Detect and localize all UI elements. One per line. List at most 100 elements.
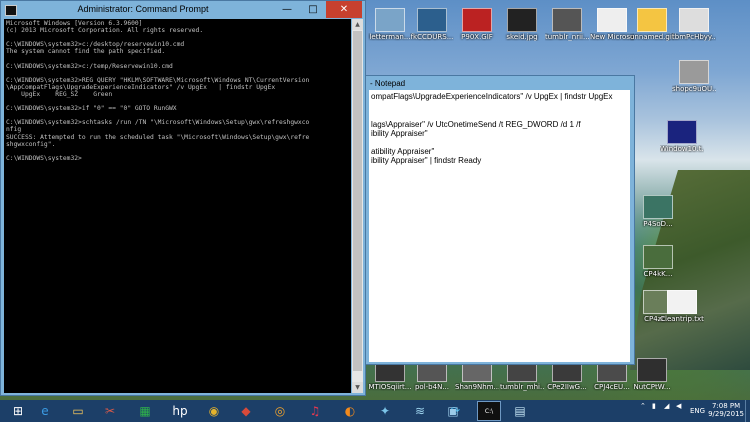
desktop-icon[interactable]: skeid.jpg — [500, 8, 544, 41]
desktop-icon[interactable]: unnamed.gif — [630, 8, 674, 41]
desktop-icon-label: P4SoD... — [643, 220, 673, 228]
desktop-icon[interactable]: P4SoD... — [636, 195, 680, 228]
notepad-line: ompatFlags\UpgradeExperienceIndicators" … — [371, 92, 613, 101]
console-line: shgwxconfig". — [6, 140, 56, 148]
console-line: C:\WINDOWS\system32> — [6, 154, 82, 162]
minimize-button[interactable]: — — [275, 1, 299, 18]
command-prompt-icon[interactable]: C:\ — [477, 401, 501, 421]
file-thumbnail-icon — [667, 120, 697, 144]
desktop-icon[interactable]: fkCCDURS... — [410, 8, 454, 41]
desktop-icon-label: tumblr_mhi... — [500, 383, 544, 391]
desktop-icon-label: MTIOSqiirt... — [368, 383, 412, 391]
notepad-text-area[interactable]: ompatFlags\UpgradeExperienceIndicators" … — [369, 90, 630, 362]
close-button[interactable]: ✕ — [326, 1, 362, 18]
tray-chevron-icon[interactable]: ⌃ — [640, 402, 646, 410]
notepad-line: atibility Appraiser" — [371, 147, 435, 157]
console-line: \AppCompatFlags\UpgradeExperienceIndicat… — [6, 83, 276, 91]
desktop-icon[interactable]: Window10.t... — [660, 120, 704, 153]
notepad-line — [371, 110, 630, 119]
file-thumbnail-icon — [679, 60, 709, 84]
desktop-icon-label: tbmPcHbyy... — [672, 33, 716, 41]
file-thumbnail-icon — [643, 245, 673, 269]
desktop-icon-label: unnamed.gif — [630, 33, 674, 41]
desktop-icon[interactable]: letterman... — [368, 8, 412, 41]
console-line: nfig — [6, 126, 22, 134]
toolbox-app-icon[interactable]: ✂ — [100, 401, 120, 421]
desktop-icon-label: Cleantrip.txt — [660, 315, 704, 323]
windows-logo-icon[interactable]: ⊞ — [8, 401, 28, 421]
console-line: C:\WINDOWS\system32>schtasks /run /TN "\… — [6, 119, 310, 127]
wifi-app-icon[interactable]: ≋ — [410, 401, 430, 421]
scroll-up-arrow-icon[interactable]: ▲ — [352, 19, 363, 30]
weibo-icon[interactable]: ◎ — [270, 401, 290, 421]
notepad-window[interactable]: - Notepad ompatFlags\UpgradeExperienceIn… — [365, 75, 635, 365]
desktop-icon-label: fkCCDURS... — [410, 33, 454, 41]
desktop-icon-label: CP4kK... — [643, 270, 673, 278]
scroll-down-arrow-icon[interactable]: ▼ — [352, 382, 363, 393]
notepad-line: lags\Appraiser" /v UtcOnetimeSend /t REG… — [371, 119, 581, 129]
file-thumbnail-icon — [552, 8, 582, 32]
desktop-icon[interactable]: tumblr_nrii... — [545, 8, 589, 41]
notepad-title: - Notepad — [370, 79, 406, 88]
desktop-icon[interactable]: New Microsoft... — [590, 8, 634, 41]
desktop-icon-label: letterman... — [369, 33, 411, 41]
console-line: SUCCESS: Attempted to run the scheduled … — [6, 133, 310, 141]
chrome-icon[interactable]: ◉ — [204, 401, 224, 421]
notepad-line: ibility Appraiser" | findstr Ready — [371, 156, 482, 166]
console-line: The system cannot find the path specifie… — [6, 48, 166, 56]
network-app-icon[interactable]: ▣ — [443, 401, 463, 421]
desktop-icon-label: CPJ4cEU... — [594, 383, 630, 391]
file-thumbnail-icon — [375, 8, 405, 32]
hp-icon[interactable]: hp — [170, 401, 190, 421]
desktop-icon[interactable]: shopc9uOU... — [672, 60, 716, 93]
cmd-titlebar[interactable]: Administrator: Command Prompt — □ ✕ — [1, 1, 365, 19]
notepad-icon[interactable]: ▤ — [510, 401, 530, 421]
scroll-thumb[interactable] — [353, 31, 362, 371]
network-icon[interactable]: ◢ — [664, 402, 669, 410]
console-line: C:\WINDOWS\system32>c:/desktop/reservewi… — [6, 41, 185, 49]
command-prompt-window[interactable]: Administrator: Command Prompt — □ ✕ Micr… — [0, 0, 366, 396]
cmd-scrollbar[interactable]: ▲ ▼ — [352, 19, 363, 393]
desktop-icon-label: Window10.t... — [660, 145, 704, 153]
file-explorer-icon[interactable]: ▭ — [68, 401, 88, 421]
store-icon[interactable]: ▦ — [135, 401, 155, 421]
internet-explorer-icon[interactable]: e — [35, 401, 55, 421]
firefox-icon[interactable]: ◐ — [340, 401, 360, 421]
desktop-icon[interactable]: P90X.GIF — [455, 8, 499, 41]
language-indicator[interactable]: ENG — [690, 407, 705, 415]
notepad-line — [371, 138, 630, 147]
battery-icon[interactable]: ▮ — [652, 402, 656, 410]
volume-icon[interactable]: ◀ — [676, 402, 681, 410]
clock-date: 9/29/2015 — [708, 410, 744, 418]
notepad-line — [371, 101, 630, 110]
console-line: (c) 2013 Microsoft Corporation. All righ… — [6, 27, 204, 35]
file-thumbnail-icon — [643, 195, 673, 219]
desktop-icon[interactable]: Cleantrip.txt — [660, 290, 704, 323]
file-thumbnail-icon — [462, 8, 492, 32]
desktop-icon[interactable]: tbmPcHbyy... — [672, 8, 716, 41]
cmd-console-output[interactable]: Microsoft Windows [Version 6.3.9600] (c) … — [4, 19, 351, 393]
show-desktop-button[interactable] — [745, 400, 750, 422]
desktop-icon[interactable]: CP4kK... — [636, 245, 680, 278]
desktop-icon-label: Shan9Nhm... — [455, 383, 499, 391]
maximize-button[interactable]: □ — [301, 1, 325, 18]
cmd-window-title: Administrator: Command Prompt — [77, 4, 209, 14]
file-thumbnail-icon — [507, 8, 537, 32]
red-app-icon[interactable]: ◆ — [236, 401, 256, 421]
clock[interactable]: 7:08 PM 9/29/2015 — [708, 402, 744, 418]
file-thumbnail-icon — [667, 290, 697, 314]
game-icon[interactable]: ✦ — [375, 401, 395, 421]
desktop-icon-label: New Microsoft... — [590, 33, 634, 41]
file-thumbnail-icon — [417, 8, 447, 32]
desktop-icon-label: NutCPtW... — [633, 383, 671, 391]
desktop-icon-label: shopc9uOU... — [672, 85, 716, 93]
file-thumbnail-icon — [637, 358, 667, 382]
itunes-icon[interactable]: ♫ — [305, 401, 325, 421]
console-line: UpgEx REG_SZ Green — [6, 90, 113, 98]
desktop-icon[interactable]: NutCPtW... — [630, 358, 674, 391]
clock-time: 7:08 PM — [711, 402, 741, 410]
